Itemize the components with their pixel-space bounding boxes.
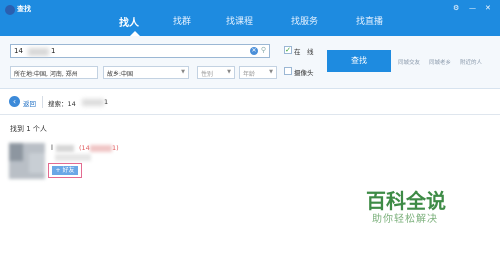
online-checkbox[interactable]: ✓	[284, 46, 292, 54]
location-pin-icon[interactable]: ⚲	[261, 46, 266, 54]
age-placeholder: 年龄	[243, 71, 256, 78]
chevron-down-icon: ▼	[227, 69, 231, 75]
back-link[interactable]: 返回	[23, 98, 36, 108]
find-window: 查找 找人 找群 找课程 找服务 找直播 ⚙ — ✕ 14 1 ✕ ⚲ ✓ 在 …	[0, 0, 500, 257]
keyword-input[interactable]: 14 1 ✕ ⚲	[10, 44, 270, 58]
divider	[42, 96, 43, 108]
chevron-down-icon: ▼	[269, 69, 273, 75]
keyword-redacted	[28, 48, 49, 56]
tab-find-courses[interactable]: 找课程	[226, 14, 253, 27]
tab-find-live[interactable]: 找直播	[356, 14, 383, 27]
hometown-value: 故乡:中国	[107, 71, 134, 78]
tab-find-groups[interactable]: 找群	[173, 14, 191, 27]
id-redacted	[90, 145, 112, 152]
result-name[interactable]: l	[51, 144, 53, 152]
camera-label: 摄像头	[294, 69, 314, 77]
result-count: 找到 1 个人	[10, 125, 47, 133]
age-select[interactable]: 年龄 ▼	[239, 66, 277, 79]
result-detail-redacted	[55, 154, 91, 161]
window-title: 查找	[17, 5, 31, 13]
link-same-city-friends[interactable]: 同城交友	[398, 58, 420, 66]
close-button[interactable]: ✕	[485, 4, 491, 12]
hometown-select[interactable]: 故乡:中国 ▼	[103, 66, 189, 79]
search-query-redacted	[82, 99, 104, 106]
tab-find-people[interactable]: 找人	[119, 14, 139, 29]
clear-icon[interactable]: ✕	[250, 47, 258, 55]
name-redacted	[56, 145, 74, 152]
back-arrow-icon[interactable]: ‹	[9, 96, 20, 107]
keyword-suffix: 1	[51, 47, 56, 55]
location-value: 所在地:中国, 河南, 郑州	[14, 71, 78, 78]
results-nav-bar: ‹ 返回 搜索：14 1	[0, 89, 500, 115]
result-id-prefix: (14	[79, 144, 90, 152]
qq-logo-icon	[5, 5, 15, 15]
search-query-suffix: 1	[104, 98, 109, 106]
minimize-button[interactable]: —	[469, 4, 476, 12]
online-label: 在 线	[294, 48, 314, 56]
settings-icon[interactable]: ⚙	[453, 4, 459, 12]
avatar[interactable]	[9, 143, 45, 179]
search-panel: 14 1 ✕ ⚲ ✓ 在 线 摄像头 所在地:中国, 河南, 郑州 故乡:中国 …	[0, 36, 500, 89]
location-select[interactable]: 所在地:中国, 河南, 郑州	[10, 66, 98, 79]
title-bar: 查找 找人 找群 找课程 找服务 找直播 ⚙ — ✕	[0, 0, 500, 36]
chevron-down-icon: ▼	[181, 69, 185, 75]
link-same-city-hometown[interactable]: 同城老乡	[429, 58, 451, 66]
add-friend-button[interactable]: + 好友	[52, 166, 78, 175]
add-friend-highlight: + 好友	[48, 163, 82, 178]
camera-checkbox[interactable]	[284, 67, 292, 75]
find-button[interactable]: 查找	[327, 50, 391, 72]
search-query-prefix: 搜索：14	[48, 100, 76, 108]
gender-select[interactable]: 性别 ▼	[197, 66, 235, 79]
keyword-prefix: 14	[14, 47, 23, 55]
link-nearby-people[interactable]: 附近的人	[460, 58, 482, 66]
result-id-suffix: 1)	[112, 144, 119, 152]
gender-placeholder: 性别	[201, 71, 214, 78]
watermark-subtitle: 助你轻松解决	[372, 214, 438, 225]
tab-find-services[interactable]: 找服务	[291, 14, 318, 27]
